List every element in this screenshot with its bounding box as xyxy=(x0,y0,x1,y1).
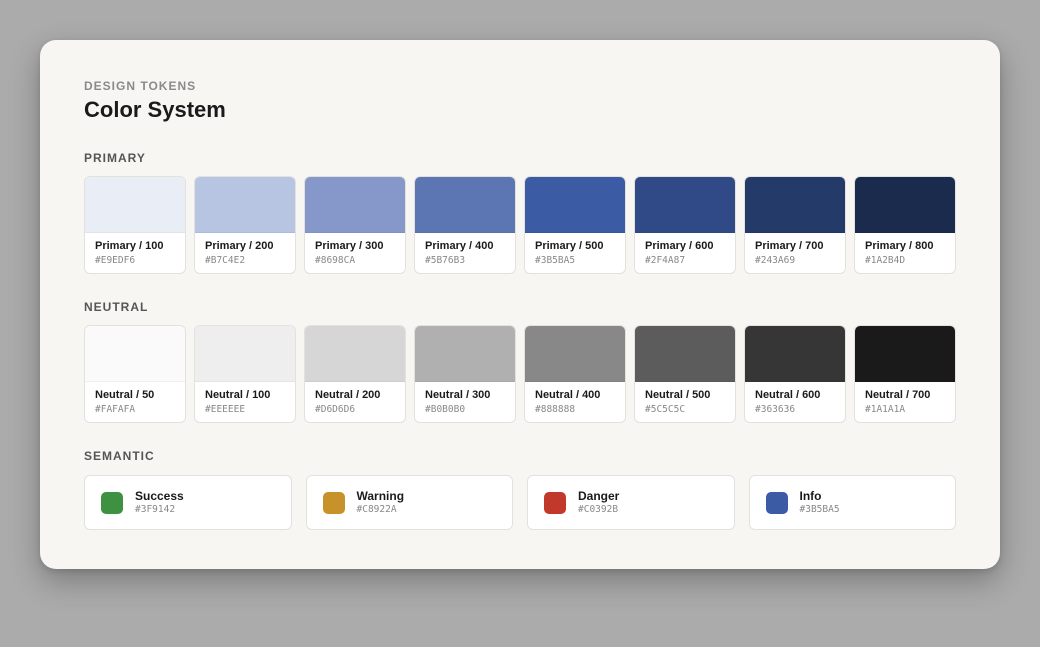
swatch-hex: #EEEEEE xyxy=(205,404,246,415)
color-dot xyxy=(101,491,123,514)
swatch-name: Neutral / 100 xyxy=(205,389,271,401)
swatch-color xyxy=(525,326,625,382)
swatch-neutral-200[interactable]: Neutral / 200 #D6D6D6 xyxy=(304,325,406,423)
swatch-name: Primary / 600 xyxy=(645,240,714,252)
swatch-color xyxy=(195,326,295,382)
swatch-hex: #5B76B3 xyxy=(425,255,466,266)
swatch-hex: #FAFAFA xyxy=(95,404,136,415)
section-title-semantic: SEMANTIC xyxy=(84,449,155,463)
color-dot xyxy=(765,491,788,514)
swatch-primary-100[interactable]: Primary / 100 #E9EDF6 xyxy=(84,176,186,274)
swatch-hex: #2F4A87 xyxy=(645,255,686,266)
swatch-name: Primary / 700 xyxy=(755,240,824,252)
eyebrow-label: DESIGN TOKENS xyxy=(84,79,197,93)
swatch-hex: #D6D6D6 xyxy=(315,404,356,415)
semantic-name: Info xyxy=(799,489,822,503)
swatch-color xyxy=(855,177,955,233)
semantic-card-danger[interactable]: Danger #C0392B xyxy=(527,475,735,530)
swatch-color xyxy=(415,177,515,233)
swatch-neutral-600[interactable]: Neutral / 600 #363636 xyxy=(744,325,846,423)
swatch-color xyxy=(525,177,625,233)
swatch-name: Neutral / 700 xyxy=(865,389,931,401)
swatch-name: Primary / 200 xyxy=(205,240,274,252)
semantic-hex: #3B5BA5 xyxy=(799,504,840,515)
swatch-color xyxy=(745,326,845,382)
swatch-neutral-700[interactable]: Neutral / 700 #1A1A1A xyxy=(854,325,956,423)
swatch-primary-500[interactable]: Primary / 500 #3B5BA5 xyxy=(524,176,626,274)
swatch-hex: #B0B0B0 xyxy=(425,404,466,415)
swatch-color xyxy=(855,326,955,382)
color-dot xyxy=(544,491,566,514)
semantic-card-warning[interactable]: Warning #C8922A xyxy=(305,475,513,530)
swatch-hex: #1A1A1A xyxy=(865,404,906,415)
semantic-card-success[interactable]: Success #3F9142 xyxy=(84,475,292,530)
semantic-card-info[interactable]: Info #3B5BA5 xyxy=(748,475,956,530)
swatch-neutral-100[interactable]: Neutral / 100 #EEEEEE xyxy=(194,325,296,423)
swatch-color xyxy=(635,177,735,233)
swatch-primary-800[interactable]: Primary / 800 #1A2B4D xyxy=(854,176,956,274)
swatch-hex: #888888 xyxy=(535,404,576,415)
swatch-name: Primary / 300 xyxy=(315,240,384,252)
swatch-hex: #B7C4E2 xyxy=(205,255,246,266)
swatch-name: Neutral / 500 xyxy=(645,389,711,401)
section-title-neutral: NEUTRAL xyxy=(84,300,149,314)
primary-swatch-row: Primary / 100 #E9EDF6 Primary / 200 #B7C… xyxy=(84,176,956,274)
swatch-name: Neutral / 300 xyxy=(425,389,491,401)
swatch-hex: #8698CA xyxy=(315,255,356,266)
swatch-color xyxy=(415,326,515,382)
swatch-hex: #243A69 xyxy=(755,255,796,266)
semantic-hex: #C8922A xyxy=(356,504,397,515)
semantic-name: Success xyxy=(135,489,184,503)
swatch-neutral-400[interactable]: Neutral / 400 #888888 xyxy=(524,325,626,423)
swatch-color xyxy=(85,177,185,233)
swatch-primary-200[interactable]: Primary / 200 #B7C4E2 xyxy=(194,176,296,274)
neutral-swatch-row: Neutral / 50 #FAFAFA Neutral / 100 #EEEE… xyxy=(84,325,956,423)
swatch-color xyxy=(195,177,295,233)
swatch-hex: #1A2B4D xyxy=(865,255,906,266)
swatch-hex: #E9EDF6 xyxy=(95,255,136,266)
page-title: Color System xyxy=(84,97,226,122)
swatch-primary-300[interactable]: Primary / 300 #8698CA xyxy=(304,176,406,274)
swatch-primary-600[interactable]: Primary / 600 #2F4A87 xyxy=(634,176,736,274)
swatch-color xyxy=(745,177,845,233)
swatch-name: Neutral / 400 xyxy=(535,389,601,401)
swatch-name: Neutral / 200 xyxy=(315,389,381,401)
semantic-row: Success #3F9142 Warning #C8922A Danger #… xyxy=(84,475,956,530)
semantic-hex: #3F9142 xyxy=(135,504,176,515)
swatch-color xyxy=(635,326,735,382)
swatch-color xyxy=(305,326,405,382)
swatch-name: Neutral / 600 xyxy=(755,389,821,401)
swatch-hex: #363636 xyxy=(755,404,796,415)
swatch-neutral-300[interactable]: Neutral / 300 #B0B0B0 xyxy=(414,325,516,423)
swatch-hex: #3B5BA5 xyxy=(535,255,576,266)
swatch-color xyxy=(305,177,405,233)
semantic-name: Danger xyxy=(578,489,620,503)
swatch-primary-700[interactable]: Primary / 700 #243A69 xyxy=(744,176,846,274)
swatch-name: Primary / 100 xyxy=(95,240,164,252)
swatch-name: Neutral / 50 xyxy=(95,389,155,401)
semantic-name: Warning xyxy=(356,489,405,503)
swatch-neutral-50[interactable]: Neutral / 50 #FAFAFA xyxy=(84,325,186,423)
swatch-hex: #5C5C5C xyxy=(645,404,686,415)
swatch-color xyxy=(85,326,185,382)
color-system-card: DESIGN TOKENS Color System PRIMARY Prima… xyxy=(40,40,1000,569)
swatch-name: Primary / 400 xyxy=(425,240,494,252)
swatch-name: Primary / 800 xyxy=(865,240,934,252)
swatch-name: Primary / 500 xyxy=(535,240,604,252)
semantic-hex: #C0392B xyxy=(578,504,619,515)
color-dot xyxy=(322,491,345,514)
section-title-primary: PRIMARY xyxy=(84,151,146,165)
swatch-primary-400[interactable]: Primary / 400 #5B76B3 xyxy=(414,176,516,274)
swatch-neutral-500[interactable]: Neutral / 500 #5C5C5C xyxy=(634,325,736,423)
